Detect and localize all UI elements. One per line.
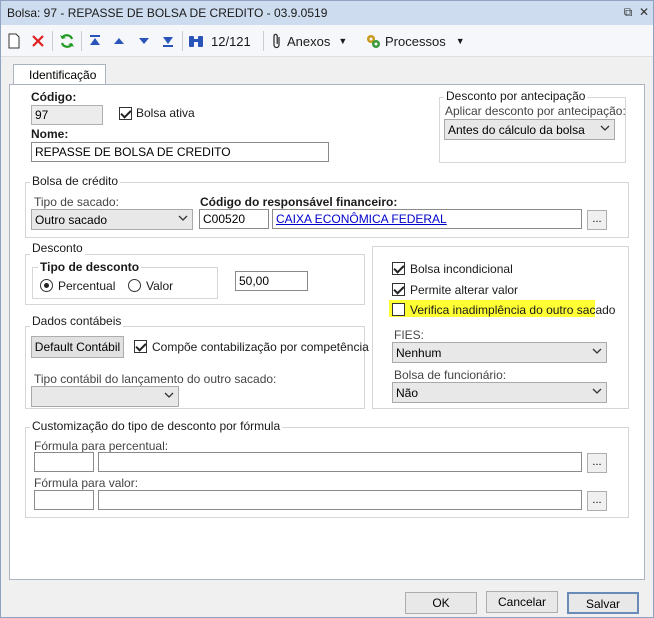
chevron-down-icon bbox=[178, 215, 188, 221]
previous-record-icon[interactable] bbox=[112, 31, 126, 51]
percentual-label: Percentual bbox=[58, 279, 116, 293]
codigo-label: Código: bbox=[31, 90, 77, 104]
chevron-down-icon bbox=[600, 125, 610, 131]
fies-select[interactable]: Nenhum bbox=[392, 342, 607, 363]
verifica-inadimplencia-checkbox[interactable] bbox=[392, 303, 405, 316]
chevron-down-icon: ▼ bbox=[338, 36, 348, 46]
codigo-responsavel-field[interactable]: C00520 bbox=[199, 209, 269, 229]
nome-field[interactable]: REPASSE DE BOLSA DE CREDITO bbox=[31, 142, 329, 162]
save-button[interactable]: Salvar bbox=[567, 592, 639, 614]
aplicar-desconto-select[interactable]: Antes do cálculo da bolsa bbox=[444, 119, 615, 140]
desconto-antecipacao-title: Desconto por antecipação bbox=[444, 89, 588, 103]
chevron-down-icon bbox=[164, 392, 174, 398]
bolsa-funcionario-label: Bolsa de funcionário: bbox=[394, 368, 507, 382]
tipo-desconto-title: Tipo de desconto bbox=[38, 260, 142, 274]
formula-valor-short-field[interactable] bbox=[34, 490, 94, 510]
bolsa-incondicional-checkbox[interactable] bbox=[392, 262, 405, 275]
refresh-icon[interactable] bbox=[59, 31, 75, 51]
responsavel-lookup-button[interactable]: ... bbox=[587, 210, 607, 230]
tipo-sacado-select[interactable]: Outro sacado bbox=[31, 209, 193, 230]
ok-button[interactable]: OK bbox=[405, 592, 477, 614]
bolsa-funcionario-select[interactable]: Não bbox=[392, 382, 607, 403]
fies-label: FIES: bbox=[394, 328, 425, 342]
codigo-field[interactable]: 97 bbox=[31, 105, 103, 125]
formula-percentual-short-field[interactable] bbox=[34, 452, 94, 472]
first-record-icon[interactable] bbox=[88, 31, 102, 51]
chevron-down-icon bbox=[592, 388, 602, 394]
aplicar-desconto-label: Aplicar desconto por antecipação: bbox=[445, 104, 626, 118]
desconto-title: Desconto bbox=[30, 241, 85, 255]
responsavel-nome-field[interactable]: CAIXA ECONÔMICA FEDERAL bbox=[272, 209, 582, 229]
close-window-icon[interactable]: ✕ bbox=[637, 5, 651, 19]
compoe-contabilizacao-checkbox[interactable] bbox=[134, 340, 147, 353]
chevron-down-icon: ▼ bbox=[455, 36, 465, 46]
cancel-button[interactable]: Cancelar bbox=[486, 591, 558, 613]
window-title: Bolsa: 97 - REPASSE DE BOLSA DE CREDITO … bbox=[7, 6, 328, 20]
new-icon[interactable] bbox=[7, 31, 21, 51]
anexos-menu[interactable]: Anexos ▼ bbox=[271, 31, 347, 51]
valor-label: Valor bbox=[146, 279, 174, 293]
formula-percentual-lookup-button[interactable]: ... bbox=[587, 453, 607, 473]
formula-valor-field[interactable] bbox=[98, 490, 582, 510]
aplicar-desconto-value: Antes do cálculo da bolsa bbox=[448, 123, 585, 137]
permite-alterar-label: Permite alterar valor bbox=[410, 283, 519, 297]
tipo-sacado-label: Tipo de sacado: bbox=[34, 195, 119, 209]
responsavel-nome-link[interactable]: CAIXA ECONÔMICA FEDERAL bbox=[276, 212, 447, 226]
formula-percentual-label: Fórmula para percentual: bbox=[34, 439, 169, 453]
formula-valor-label: Fórmula para valor: bbox=[34, 476, 139, 490]
permite-alterar-checkbox[interactable] bbox=[392, 283, 405, 296]
window: Bolsa: 97 - REPASSE DE BOLSA DE CREDITO … bbox=[0, 0, 654, 618]
gears-icon bbox=[367, 35, 380, 48]
nome-label: Nome: bbox=[31, 127, 69, 141]
bolsa-credito-title: Bolsa de crédito bbox=[30, 174, 121, 188]
desconto-value-field[interactable]: 50,00 bbox=[235, 271, 308, 291]
compoe-contabilizacao-label: Compõe contabilização por competência bbox=[152, 340, 369, 354]
bolsa-ativa-checkbox[interactable] bbox=[119, 107, 132, 120]
processos-label: Processos bbox=[385, 33, 446, 49]
valor-radio[interactable] bbox=[128, 279, 141, 292]
formula-valor-lookup-button[interactable]: ... bbox=[587, 491, 607, 511]
default-contabil-button[interactable]: Default Contábil bbox=[31, 336, 124, 358]
last-record-icon[interactable] bbox=[161, 31, 175, 51]
tipo-sacado-value: Outro sacado bbox=[35, 213, 108, 227]
verifica-inadimplencia-label: Verifica inadimplência do outro sacado bbox=[410, 303, 616, 317]
dados-contabeis-title: Dados contábeis bbox=[30, 314, 124, 328]
tipo-contabil-label: Tipo contábil do lançamento do outro sac… bbox=[34, 372, 277, 386]
next-record-icon[interactable] bbox=[137, 31, 151, 51]
anexos-label: Anexos bbox=[287, 33, 331, 49]
tipo-contabil-select[interactable] bbox=[31, 386, 179, 407]
customizacao-title: Customização do tipo de desconto por fór… bbox=[30, 419, 283, 433]
formula-percentual-field[interactable] bbox=[98, 452, 582, 472]
restore-icon[interactable]: ⧉ bbox=[621, 5, 635, 19]
toolbar: 12/121 Anexos ▼ Processos ▼ bbox=[1, 25, 653, 57]
paperclip-icon bbox=[273, 33, 280, 49]
chevron-down-icon bbox=[592, 348, 602, 354]
identificacao-panel: Código: 97 Bolsa ativa Nome: REPASSE DE … bbox=[9, 84, 645, 580]
record-position: 12/121 bbox=[211, 33, 251, 49]
bolsa-funcionario-value: Não bbox=[396, 386, 419, 400]
title-bar: Bolsa: 97 - REPASSE DE BOLSA DE CREDITO … bbox=[1, 1, 653, 25]
bolsa-ativa-label: Bolsa ativa bbox=[136, 106, 195, 120]
codigo-responsavel-label: Código do responsável financeiro: bbox=[200, 195, 398, 209]
binoculars-icon[interactable] bbox=[188, 31, 204, 51]
fies-value: Nenhum bbox=[396, 346, 442, 360]
processos-menu[interactable]: Processos ▼ bbox=[365, 31, 465, 51]
tab-identificacao[interactable]: Identificação bbox=[13, 64, 106, 85]
percentual-radio[interactable] bbox=[40, 279, 53, 292]
bolsa-incondicional-label: Bolsa incondicional bbox=[410, 262, 513, 276]
delete-icon[interactable] bbox=[31, 31, 45, 51]
